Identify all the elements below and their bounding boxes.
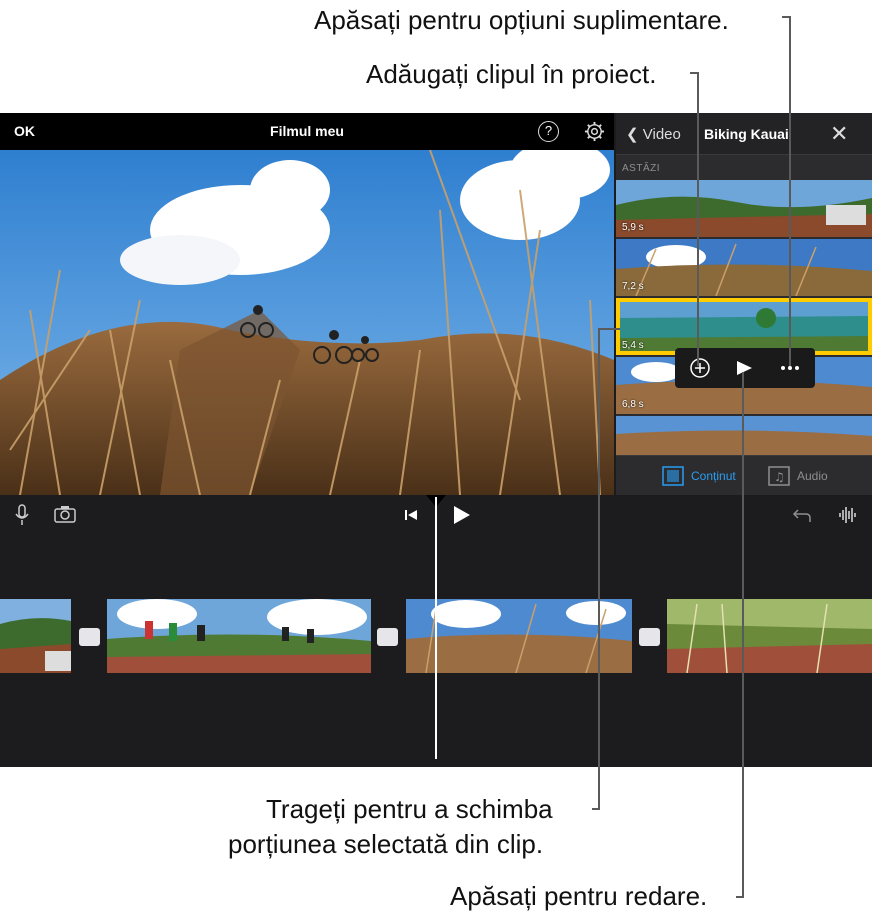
video-viewer[interactable]: [0, 150, 614, 495]
clip-browser: ❮ Video Biking Kauai ✕ ASTĂZI 5,9 s 7,2 …: [616, 113, 872, 495]
clip-thumbnail: [616, 239, 872, 296]
callout-add-clip: Adăugați clipul în proiect.: [366, 59, 657, 89]
leader-line-more: [789, 16, 791, 366]
help-icon[interactable]: ?: [538, 121, 559, 142]
callout-drag-selection-line2: porțiunea selectată din clip.: [228, 829, 544, 859]
clip-duration: 5,4 s: [622, 340, 644, 351]
timeline-clip[interactable]: [667, 599, 872, 673]
callout-more-options: Apăsați pentru opțiuni suplimentare.: [314, 5, 729, 35]
clip-thumbnail: [616, 180, 872, 237]
timeline-clip[interactable]: [107, 599, 371, 673]
play-icon[interactable]: [453, 505, 471, 525]
project-title: Filmul meu: [270, 123, 344, 139]
clip-thumbnail: [0, 599, 71, 673]
transition-icon[interactable]: [639, 628, 660, 646]
top-bar: OK Filmul meu ?: [0, 113, 614, 150]
clip-thumbnail: [616, 298, 872, 355]
film-icon[interactable]: [662, 466, 684, 486]
close-icon[interactable]: ✕: [830, 121, 848, 147]
back-button[interactable]: ❮ Video: [626, 125, 681, 143]
clip-action-popup: [675, 348, 815, 388]
add-icon[interactable]: [689, 357, 711, 379]
svg-text:♫: ♫: [774, 470, 785, 484]
album-title: Biking Kauai: [704, 126, 789, 142]
clip-duration: 5,9 s: [622, 222, 644, 233]
music-icon[interactable]: ♫: [768, 466, 790, 486]
leader-line-drag-tick: [598, 328, 620, 330]
transition-icon[interactable]: [79, 628, 100, 646]
clip-thumbnail: [667, 599, 872, 673]
undo-icon[interactable]: [792, 507, 812, 523]
leader-line-play-end: [736, 896, 744, 898]
playhead-line[interactable]: [435, 497, 437, 759]
back-button-label: Video: [642, 126, 681, 143]
callout-tap-play: Apăsați pentru redare.: [450, 881, 708, 911]
transition-icon[interactable]: [377, 628, 398, 646]
gear-icon[interactable]: [584, 121, 605, 142]
leader-line-drag: [598, 328, 600, 808]
callout-drag-selection-line1: Trageți pentru a schimba: [266, 794, 553, 824]
waveform-icon[interactable]: [838, 505, 858, 525]
tab-content[interactable]: Conținut: [691, 469, 736, 483]
chevron-left-icon: ❮: [626, 126, 639, 143]
section-label: ASTĂZI: [622, 163, 661, 174]
camera-icon[interactable]: [54, 505, 76, 523]
clip-thumbnail: [107, 599, 371, 673]
browser-clip[interactable]: [616, 416, 872, 455]
browser-tabs: Conținut ♫ Audio: [616, 455, 872, 495]
leader-line-more-tick: [782, 16, 791, 18]
browser-clip-selected[interactable]: 5,4 s: [616, 298, 872, 355]
play-icon[interactable]: [735, 359, 753, 377]
microphone-icon[interactable]: [14, 504, 30, 526]
leader-line-drag-end: [592, 808, 600, 810]
tab-audio[interactable]: Audio: [797, 469, 828, 483]
browser-clip[interactable]: 5,9 s: [616, 180, 872, 237]
clip-duration: 7,2 s: [622, 281, 644, 292]
leader-line-add-tick: [690, 72, 699, 74]
browser-header: ❮ Video Biking Kauai ✕: [616, 113, 872, 155]
clip-thumbnail: [616, 416, 872, 455]
clip-duration: 6,8 s: [622, 399, 644, 410]
leader-line-add: [697, 72, 699, 366]
leader-line-play: [742, 372, 744, 898]
browser-clip[interactable]: 7,2 s: [616, 239, 872, 296]
timeline-clip[interactable]: [0, 599, 71, 673]
skip-back-icon[interactable]: [404, 508, 418, 522]
